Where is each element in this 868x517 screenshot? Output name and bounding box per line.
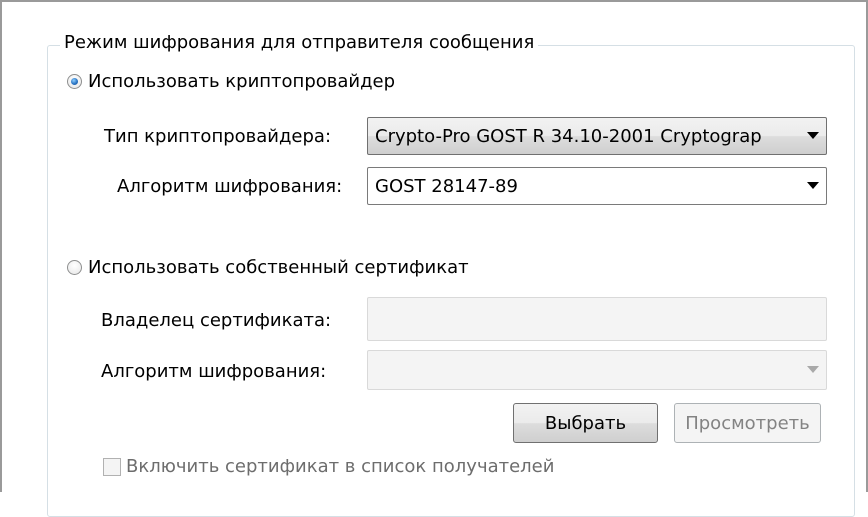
crypto-algorithm-value: GOST 28147-89 — [375, 175, 518, 197]
radio-checked-icon — [67, 74, 82, 89]
dialog-top-border — [0, 0, 868, 2]
include-certificate-label: Включить сертификат в список получателей — [126, 456, 555, 477]
select-certificate-button[interactable]: Выбрать — [513, 403, 658, 443]
certificate-algorithm-select[interactable] — [367, 350, 827, 390]
certificate-algorithm-label: Алгоритм шифрования: — [101, 361, 327, 382]
chevron-down-icon — [800, 351, 826, 389]
certificate-owner-field[interactable] — [367, 297, 827, 341]
chevron-down-icon — [800, 118, 826, 154]
view-certificate-button[interactable]: Просмотреть — [674, 403, 821, 443]
checkbox-unchecked-icon — [103, 457, 121, 476]
radio-unchecked-icon — [67, 260, 82, 275]
use-own-certificate-label: Использовать собственный сертификат — [88, 257, 469, 278]
chevron-down-icon — [800, 168, 826, 204]
use-crypto-provider-label: Использовать криптопровайдер — [88, 71, 396, 92]
certificate-owner-label: Владелец сертификата: — [101, 310, 332, 331]
use-own-certificate-radio[interactable]: Использовать собственный сертификат — [67, 257, 469, 278]
provider-type-select[interactable]: Crypto-Pro GOST R 34.10-2001 Cryptograp — [367, 117, 827, 155]
use-crypto-provider-radio[interactable]: Использовать криптопровайдер — [67, 71, 395, 92]
crypto-algorithm-select[interactable]: GOST 28147-89 — [367, 167, 827, 205]
provider-type-label: Тип криптопровайдера: — [104, 126, 332, 147]
group-title: Режим шифрования для отправителя сообщен… — [60, 32, 539, 53]
dialog-left-border — [0, 0, 2, 492]
provider-type-value: Crypto-Pro GOST R 34.10-2001 Cryptograp — [375, 125, 762, 147]
crypto-algorithm-label: Алгоритм шифрования: — [117, 176, 343, 197]
include-certificate-checkbox[interactable]: Включить сертификат в список получателей — [103, 456, 554, 477]
encryption-mode-groupbox — [47, 45, 855, 517]
